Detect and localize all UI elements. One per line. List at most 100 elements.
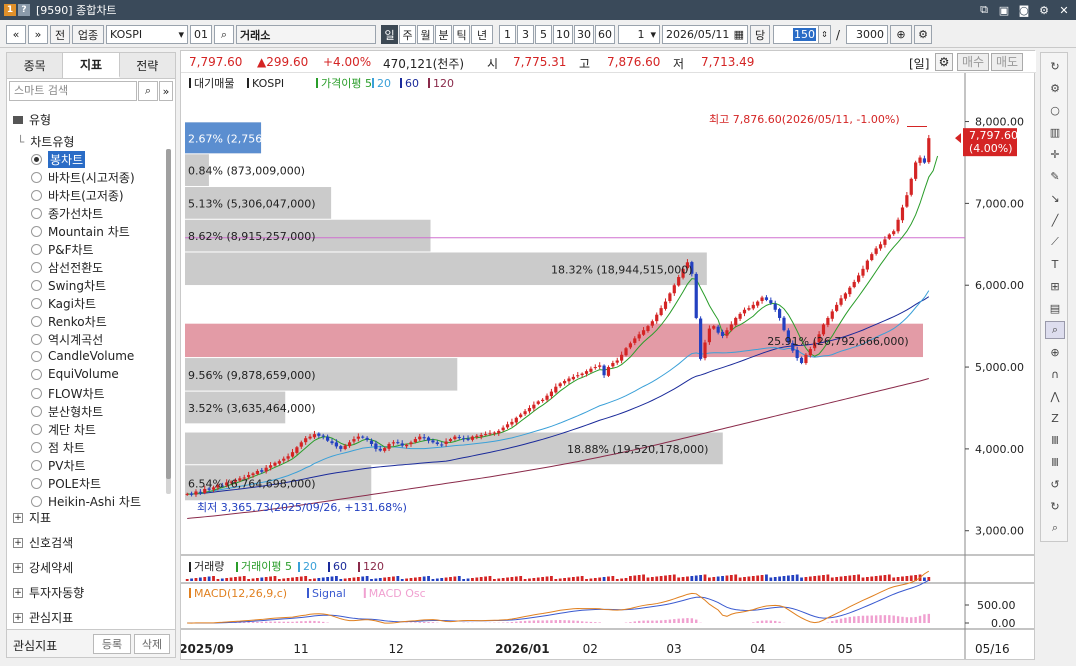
period-minute-tab[interactable]: 분 — [435, 25, 452, 44]
sector-button[interactable]: 업종 — [72, 25, 104, 44]
zoom-icon[interactable]: ⌕ — [1045, 321, 1065, 339]
section-investor-trend[interactable]: + 투자자동향 — [13, 584, 84, 601]
search-icon[interactable]: ⌕ — [214, 25, 234, 44]
radio-button[interactable] — [31, 190, 42, 201]
radio-button[interactable] — [31, 424, 42, 435]
chart-type-item[interactable]: P&F차트 — [31, 241, 94, 258]
radio-button[interactable] — [31, 350, 42, 362]
code-field[interactable]: 01 — [190, 25, 212, 44]
chart-type-item[interactable]: 바차트(시고저종) — [31, 169, 135, 186]
window-badge-number[interactable]: 1 — [4, 4, 16, 16]
max-count-field[interactable]: 3000 — [846, 25, 888, 44]
chart-type-item[interactable]: CandleVolume — [31, 349, 134, 363]
chart-type-item[interactable]: Heikin-Ashi 차트 — [31, 493, 141, 510]
section-strength[interactable]: + 강세약세 — [13, 559, 73, 576]
section-signal-search[interactable]: + 신호검색 — [13, 534, 73, 551]
radio-button[interactable] — [31, 460, 42, 471]
section-indicator[interactable]: + 지표 — [13, 509, 51, 526]
period-month-tab[interactable]: 월 — [417, 25, 434, 44]
toolbar-gear-icon[interactable]: ⚙ — [914, 25, 932, 44]
link-window-icon[interactable]: ⧉ — [976, 2, 992, 18]
interval-30-button[interactable]: 30 — [574, 25, 594, 44]
help-badge[interactable]: ? — [18, 4, 30, 16]
chart-type-item[interactable]: 점 차트 — [31, 439, 85, 456]
close-icon[interactable]: ✕ — [1056, 2, 1072, 18]
radio-button[interactable] — [31, 442, 42, 453]
settings-gear-icon[interactable]: ⚙ — [1036, 2, 1052, 18]
chart-type-item[interactable]: Kagi차트 — [31, 295, 96, 312]
radio-button[interactable] — [31, 298, 42, 309]
tab-strategy[interactable]: 전략 — [120, 53, 175, 78]
refresh-icon[interactable]: ↻ — [1045, 57, 1065, 75]
radio-button[interactable] — [31, 478, 42, 489]
redo-icon[interactable]: ↻ — [1045, 497, 1065, 515]
radio-button[interactable] — [31, 496, 42, 507]
radio-button[interactable] — [31, 262, 42, 273]
search-icon[interactable]: ⌕ — [1045, 519, 1065, 537]
tab-stock[interactable]: 종목 — [7, 53, 64, 78]
save-screen-icon[interactable]: ▣ — [996, 2, 1012, 18]
nav-prev-button[interactable]: « — [6, 25, 26, 44]
zigzag-icon[interactable]: Z — [1045, 409, 1065, 427]
search-icon[interactable]: ⌕ — [138, 81, 158, 101]
interval-1-button[interactable]: 1 — [499, 25, 516, 44]
text-icon[interactable]: T — [1045, 255, 1065, 273]
scrollbar-thumb[interactable] — [166, 149, 171, 479]
magnet-icon[interactable]: ∩ — [1045, 365, 1065, 383]
bar-count-field[interactable]: 150 — [773, 25, 819, 44]
section-type[interactable]: 유형 — [13, 111, 51, 128]
chart-type-item[interactable]: 바차트(고저종) — [31, 187, 124, 204]
chart-type-item[interactable]: Swing차트 — [31, 277, 106, 294]
chart-type-item[interactable]: Renko차트 — [31, 313, 107, 330]
radio-button[interactable] — [31, 208, 42, 219]
period-year-tab[interactable]: 년 — [471, 25, 493, 44]
radio-button[interactable] — [31, 406, 42, 417]
pattern-icon[interactable]: ⋀ — [1045, 387, 1065, 405]
chart-type-scrollbar[interactable] — [166, 149, 171, 494]
volume-profile-icon[interactable]: ▤ — [1045, 299, 1065, 317]
radio-button[interactable] — [31, 316, 42, 327]
delete-button[interactable]: 삭제 — [134, 634, 170, 654]
pen-icon[interactable]: ✎ — [1045, 167, 1065, 185]
section-favorite-indicator[interactable]: + 관심지표 — [13, 609, 73, 626]
chart-type-item[interactable]: 계단 차트 — [31, 421, 96, 438]
radio-button[interactable] — [31, 154, 42, 165]
grid-lines-icon[interactable]: Ⅲ — [1045, 431, 1065, 449]
interval-3-button[interactable]: 3 — [517, 25, 534, 44]
radio-button[interactable] — [31, 244, 42, 255]
chart-type-item[interactable]: PV차트 — [31, 457, 86, 474]
marker-icon[interactable]: ↘ — [1045, 189, 1065, 207]
buy-button[interactable]: 매수 — [957, 53, 989, 71]
chart-type-item[interactable]: 봉차트 — [31, 151, 86, 168]
chart-type-item[interactable]: POLE차트 — [31, 475, 101, 492]
radio-button[interactable] — [31, 172, 42, 183]
nav-list-button[interactable]: » — [28, 25, 48, 44]
bar-chart-icon[interactable]: ▥ — [1045, 123, 1065, 141]
settings-icon[interactable]: ⚙ — [1045, 79, 1065, 97]
vertical-lines-icon[interactable]: Ⅲ — [1045, 453, 1065, 471]
register-button[interactable]: 등록 — [93, 634, 131, 654]
index-select[interactable]: KOSPI ▾ — [106, 25, 188, 44]
trendline-icon[interactable]: ╱ — [1045, 211, 1065, 229]
interval-60-button[interactable]: 60 — [595, 25, 615, 44]
chart-type-item[interactable]: EquiVolume — [31, 367, 119, 381]
chart-type-item[interactable]: FLOW차트 — [31, 385, 105, 402]
period-day-tab[interactable]: 일 — [381, 25, 398, 44]
tab-indicator[interactable]: 지표 — [63, 53, 120, 78]
chart-type-item[interactable]: Mountain 차트 — [31, 223, 130, 240]
chart-type-item[interactable]: 역시계곡선 — [31, 331, 103, 348]
interval-count-select[interactable]: 1 ▾ — [618, 25, 660, 44]
sell-button[interactable]: 매도 — [991, 53, 1023, 71]
interval-5-button[interactable]: 5 — [535, 25, 552, 44]
crosshair-icon[interactable]: ✛ — [1045, 145, 1065, 163]
radio-button[interactable] — [31, 334, 42, 345]
price-chart[interactable]: 대기매물 KOSPI 가격이평 5 20 60 120 8,000.00 7,000.00 6,… — [181, 73, 1034, 659]
capture-icon[interactable]: ◙ — [1016, 2, 1032, 18]
fibonacci-icon[interactable]: ⊞ — [1045, 277, 1065, 295]
zoom-in-icon[interactable]: ⊕ — [1045, 343, 1065, 361]
undo-icon[interactable]: ↺ — [1045, 475, 1065, 493]
today-button[interactable]: 당 — [750, 25, 770, 44]
period-week-tab[interactable]: 주 — [399, 25, 416, 44]
auto-line-icon[interactable]: ⟋ — [1045, 233, 1065, 251]
chart-settings-gear-icon[interactable]: ⚙ — [935, 53, 953, 71]
